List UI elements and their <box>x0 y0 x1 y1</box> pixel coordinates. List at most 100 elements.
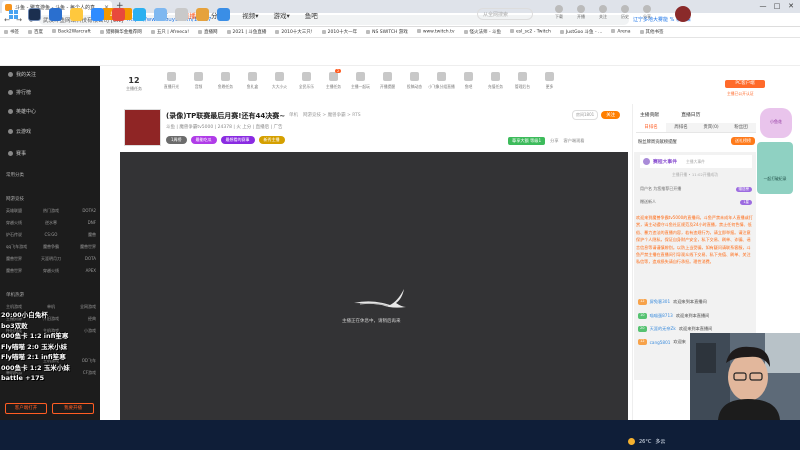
bookmark-item[interactable]: Arena <box>611 29 630 35</box>
toolbar-item[interactable]: 更多 <box>536 72 563 90</box>
toolbar-item[interactable]: 主播一起玩 <box>347 72 374 90</box>
sidebar-item[interactable]: 赛事 <box>8 150 26 157</box>
edge-browser-icon[interactable] <box>49 8 62 21</box>
bookmark-item[interactable]: JustGoo 斗鱼 - ... <box>560 29 603 35</box>
toolbar-item[interactable]: 全民乐乐 <box>293 72 320 90</box>
category-link[interactable]: 英雄联盟 <box>6 208 36 214</box>
toolbar-item[interactable]: 管理后台 <box>509 72 536 90</box>
client-watch-button[interactable]: 客户端观看 <box>564 138 585 144</box>
contribution-label[interactable]: 主播贡献 <box>640 111 659 118</box>
windows-start-icon[interactable] <box>9 10 18 19</box>
app-icon[interactable] <box>175 8 188 21</box>
category-link[interactable]: DOTA2 <box>66 208 96 214</box>
gift-rank-button[interactable]: 送礼榜榜 <box>731 137 755 145</box>
toolbar-item[interactable]: 大大小火 <box>266 72 293 90</box>
flower-widget[interactable]: 小鱼花 <box>760 108 792 138</box>
room-badge[interactable]: 新秀主播 <box>258 136 285 144</box>
bookmark-item[interactable]: 直播网 <box>198 29 218 35</box>
toolbar-item[interactable]: 音频 <box>185 72 212 90</box>
chat-line-pill[interactable]: 赠送榜 <box>735 186 752 192</box>
follow-button[interactable]: 关注 <box>601 111 621 119</box>
toolbar-item[interactable]: 投稿动态 <box>401 72 428 90</box>
bookmark-item[interactable]: 五只 | Afreeca! <box>151 29 189 35</box>
minimize-button[interactable]: — <box>756 0 770 13</box>
room-category-tag[interactable]: 单机 <box>289 112 298 118</box>
category-link[interactable]: APEX <box>66 268 96 274</box>
category-link[interactable]: DOTA <box>66 256 96 262</box>
streamer-avatar[interactable] <box>124 109 161 146</box>
header-icon-button[interactable]: 开播 <box>574 5 588 20</box>
bookmark-item[interactable]: 猎狮舞华金推荐网 <box>100 29 142 35</box>
reward-button[interactable]: 尊享大额 等级1 <box>508 137 546 145</box>
bookmark-item[interactable]: 书签 <box>4 29 19 35</box>
toolbar-item[interactable]: 小飞象分组直播 <box>428 72 455 90</box>
category-link[interactable]: 天涯明月刀 <box>36 256 66 262</box>
close-window-button[interactable]: ✕ <box>784 0 798 13</box>
category-link[interactable]: DNF <box>66 220 96 226</box>
chat-line-pill[interactable]: 1星 <box>740 199 752 205</box>
bookmark-item[interactable]: esl_sc2 - Twitch <box>510 29 551 35</box>
toolbar-item[interactable]: 鱼吧 <box>455 72 482 90</box>
sidebar-item[interactable]: 英雄中心 <box>8 108 36 115</box>
sidebar-item[interactable]: 云游戏 <box>8 128 31 135</box>
category-link[interactable]: 魔兽世界 <box>6 268 36 274</box>
search-input[interactable]: 从全网搜索 <box>477 8 533 20</box>
user-avatar[interactable] <box>675 6 691 22</box>
category-link[interactable]: qq飞车游戏 <box>6 244 36 250</box>
room-breadcrumb[interactable]: 网游竞技 > 魔兽争霸 > RTS <box>303 112 361 118</box>
header-icon-button[interactable]: 历史 <box>618 5 632 20</box>
room-badge[interactable]: 最想看的赛事 <box>220 136 255 144</box>
rank-tab[interactable]: 贵宾(0) <box>696 123 726 132</box>
category-link[interactable]: 魔兽世界 <box>6 256 36 262</box>
app-icon[interactable] <box>154 8 167 21</box>
rank-tab[interactable]: 粉丝团 <box>726 123 756 132</box>
nav-item[interactable]: 游戏▾ <box>274 10 290 20</box>
sidebar-item[interactable]: 排行榜 <box>8 89 31 96</box>
file-explorer-icon[interactable] <box>70 8 83 21</box>
chat-app-icon[interactable] <box>133 8 146 21</box>
nav-item[interactable]: 视频▾ <box>242 10 258 20</box>
header-icon-button[interactable]: 关注 <box>596 5 610 20</box>
bookmark-item[interactable]: 2010十大三只! <box>275 29 312 35</box>
toolbar-item[interactable]: 鱼晚任务 <box>212 72 239 90</box>
header-icon-button[interactable]: 分享 <box>640 5 654 20</box>
bookmark-item[interactable]: 怪火法师 - 斗鱼 <box>464 29 501 35</box>
bookmark-item[interactable]: 其他书签 <box>640 29 664 35</box>
bookmark-item[interactable]: 2010十大一年 <box>322 29 357 35</box>
live-calendar-label[interactable]: 直播日历 <box>681 111 700 118</box>
header-icon-button[interactable]: 下载 <box>552 5 566 20</box>
toolbar-item[interactable]: 鱼礼盒 <box>239 72 266 90</box>
category-link[interactable]: 热门游戏 <box>36 208 66 214</box>
category-link[interactable]: 穿越火线 <box>6 220 36 226</box>
chat-username[interactable]: cang5801 <box>650 340 671 345</box>
bookmark-item[interactable]: 2021 | 斗鱼直播 <box>227 29 267 35</box>
rank-tab[interactable]: 日排名 <box>636 123 666 132</box>
category-link[interactable]: 穿越火线 <box>36 268 66 274</box>
chat-username[interactable]: 屏兔客301 <box>650 299 671 305</box>
bookmark-item[interactable]: www.twitch.tv <box>417 29 455 35</box>
bookmark-item[interactable]: Back2Warcraft <box>52 29 91 35</box>
toolbar-item[interactable]: 开播提醒 <box>374 72 401 90</box>
bookmark-item[interactable]: 百度 <box>28 29 43 35</box>
anchor-task-count[interactable]: 12 主播任务 <box>126 76 142 92</box>
category-link[interactable]: 魔兽世界 <box>66 244 96 250</box>
category-link[interactable]: 魔兽争霸 <box>36 244 66 250</box>
toolbar-item[interactable]: 主播任务 2 <box>320 69 347 90</box>
toolbar-item[interactable]: 直播开光 <box>158 72 185 90</box>
room-badge[interactable]: 最能吃瓜 <box>190 136 217 144</box>
maximize-button[interactable]: □ <box>770 0 784 13</box>
promo-banner[interactable]: 一起打破纪录 <box>757 142 793 194</box>
app-icon[interactable] <box>196 8 209 21</box>
category-link[interactable]: 魔兽 <box>66 232 96 238</box>
chat-username[interactable]: 喵喵蛋8713 <box>650 313 673 319</box>
pc-client-button[interactable]: PC客户端 <box>725 80 765 88</box>
bookmark-item[interactable]: NS SWITCH 游戏 <box>366 29 408 35</box>
rank-tab[interactable]: 周排名 <box>666 123 696 132</box>
event-card[interactable]: 赛程大事件 主播大事件 <box>640 155 752 168</box>
chrome-icon[interactable] <box>217 8 230 21</box>
category-link[interactable]: 炉石传说 <box>6 232 36 238</box>
client-open-button[interactable]: 客户端打开 <box>5 403 47 414</box>
room-badge[interactable]: 1周榜 <box>166 136 187 144</box>
app-icon[interactable] <box>112 8 125 21</box>
start-live-button[interactable]: 我要开播 <box>52 403 94 414</box>
